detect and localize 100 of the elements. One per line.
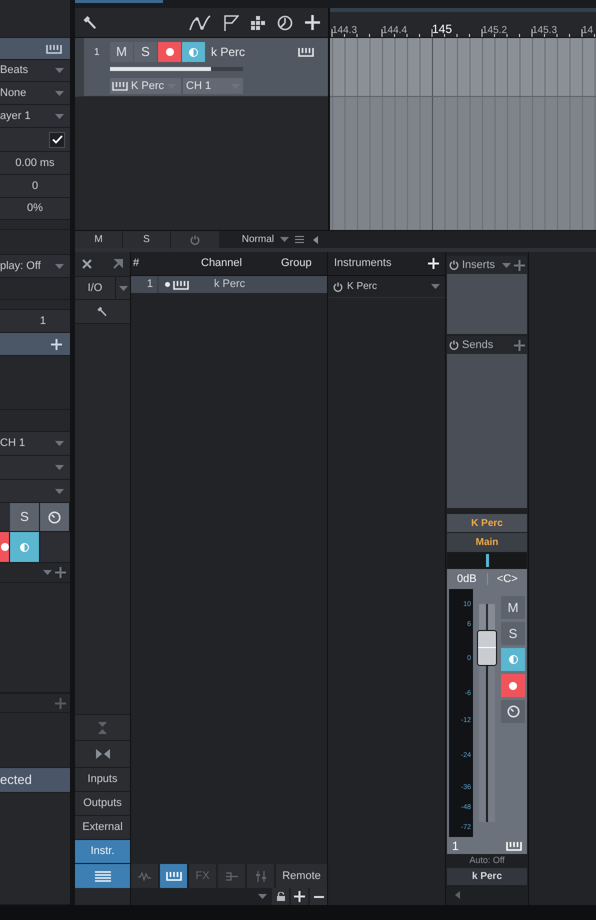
wrench-icon[interactable] xyxy=(97,306,108,317)
automation-icon[interactable] xyxy=(189,14,211,30)
pan-slider[interactable] xyxy=(447,552,527,569)
narrow-icon[interactable] xyxy=(94,749,110,759)
caret-icon[interactable] xyxy=(55,465,64,470)
dropdown[interactable]: None xyxy=(0,82,70,105)
nav-tab[interactable]: Inputs xyxy=(75,768,130,792)
dropdown[interactable]: CH 1 xyxy=(0,432,70,456)
remove-button[interactable] xyxy=(310,888,327,905)
add-icon[interactable] xyxy=(305,15,320,30)
nav-tab[interactable]: Instr. xyxy=(75,840,130,864)
check-icon xyxy=(52,135,62,144)
ruler-label: 144.4 xyxy=(382,24,408,36)
caret-icon[interactable] xyxy=(502,262,511,268)
caret-icon[interactable] xyxy=(55,488,64,494)
instrument-dropdown[interactable]: K Perc xyxy=(110,78,181,94)
track-header[interactable]: 1 M S k Perc K Perc CH 1 xyxy=(75,38,328,97)
mute-button[interactable]: M xyxy=(110,42,133,62)
caret-icon[interactable] xyxy=(55,68,64,73)
piano-icon xyxy=(298,47,314,57)
caret-icon[interactable] xyxy=(55,441,64,446)
checkbox[interactable] xyxy=(49,132,65,148)
instrument-tab[interactable] xyxy=(160,864,187,888)
add-button[interactable] xyxy=(291,888,308,905)
caret-icon[interactable] xyxy=(55,90,64,96)
channel-dropdown[interactable]: CH 1 xyxy=(183,78,243,94)
caret-icon[interactable] xyxy=(280,237,289,242)
flag-icon[interactable] xyxy=(223,14,239,30)
faders-icon xyxy=(254,870,266,882)
scroll-left-icon[interactable] xyxy=(313,236,318,244)
mute-all-button[interactable]: M xyxy=(75,231,123,248)
expand-icon[interactable] xyxy=(113,259,123,269)
value-field[interactable]: 0.00 ms xyxy=(0,152,70,175)
dot-icon xyxy=(0,543,8,551)
volume-slider[interactable] xyxy=(110,67,212,71)
channel-row[interactable]: 1 k Perc xyxy=(131,276,327,293)
wrench-icon[interactable] xyxy=(83,15,98,30)
automation-mode[interactable]: Auto: Off xyxy=(447,854,527,868)
waveform-icon xyxy=(138,872,151,880)
nav-tab[interactable]: External xyxy=(75,816,130,840)
lock-button[interactable] xyxy=(272,888,289,905)
caret-icon[interactable] xyxy=(258,894,267,899)
dropdown[interactable]: ayer 1 xyxy=(0,105,70,128)
grid-icon[interactable] xyxy=(251,16,265,30)
half-circle-icon xyxy=(20,542,29,552)
ruler-label: 144.3 xyxy=(332,24,358,36)
close-icon[interactable] xyxy=(82,259,92,269)
remote-tab[interactable]: Remote xyxy=(276,864,327,888)
piano-icon xyxy=(506,840,522,850)
value-field[interactable]: 1 xyxy=(0,310,70,333)
solo-all-button[interactable]: S xyxy=(123,231,171,248)
list-item[interactable]: ected xyxy=(0,768,70,793)
menu-icon[interactable] xyxy=(295,236,304,243)
timer-button[interactable] xyxy=(40,503,70,531)
power-button[interactable] xyxy=(171,231,219,248)
solo-button[interactable]: S xyxy=(501,622,525,645)
power-icon[interactable] xyxy=(449,340,459,350)
pan-indicator[interactable] xyxy=(486,554,488,567)
section-label: Sends xyxy=(462,338,494,353)
instrument-item[interactable]: K Perc xyxy=(328,276,445,298)
scroll-left-icon[interactable] xyxy=(455,891,460,899)
column-header: Group xyxy=(281,256,312,272)
channel-label[interactable]: k Perc xyxy=(447,868,527,885)
monitor-button[interactable] xyxy=(10,532,40,562)
list-view-button[interactable] xyxy=(75,864,130,888)
clock-icon xyxy=(48,510,61,524)
list-icon xyxy=(94,870,110,882)
caret-icon[interactable] xyxy=(118,286,128,290)
caret-icon[interactable] xyxy=(43,570,52,575)
pan-readout: <C> xyxy=(496,572,519,587)
channel-name[interactable]: K Perc xyxy=(447,514,527,533)
dropdown[interactable]: Beats xyxy=(0,60,70,82)
clock-icon[interactable] xyxy=(277,14,293,30)
track-name[interactable]: k Perc xyxy=(211,43,298,61)
record-button[interactable] xyxy=(0,532,10,562)
caret-icon[interactable] xyxy=(431,284,440,289)
waveform-tab[interactable] xyxy=(131,864,158,888)
collapse-icon[interactable] xyxy=(97,720,108,734)
power-icon[interactable] xyxy=(333,282,343,292)
column-header: # xyxy=(133,256,140,272)
value-field[interactable]: 0 xyxy=(0,175,70,198)
track-number: 1 xyxy=(94,46,101,60)
sends-tab[interactable] xyxy=(218,864,245,888)
caret-icon[interactable] xyxy=(55,114,64,118)
solo-button[interactable]: S xyxy=(10,503,40,531)
caret-icon[interactable] xyxy=(55,264,64,268)
dropdown[interactable]: play: Off xyxy=(0,255,70,278)
piano-icon xyxy=(46,44,62,54)
nav-tab[interactable]: Outputs xyxy=(75,792,130,816)
piano-icon xyxy=(166,871,182,881)
output-selector[interactable]: Main xyxy=(447,533,527,552)
mute-button[interactable]: M xyxy=(501,596,525,619)
value-field[interactable]: 0% xyxy=(0,198,70,220)
lock-icon xyxy=(276,892,284,901)
power-icon[interactable] xyxy=(449,260,459,270)
piano-icon xyxy=(173,280,189,290)
solo-button[interactable]: S xyxy=(134,42,157,62)
mode-dropdown[interactable]: Normal xyxy=(219,231,293,248)
half-circle-icon xyxy=(508,655,518,664)
fader-handle[interactable] xyxy=(477,630,497,666)
